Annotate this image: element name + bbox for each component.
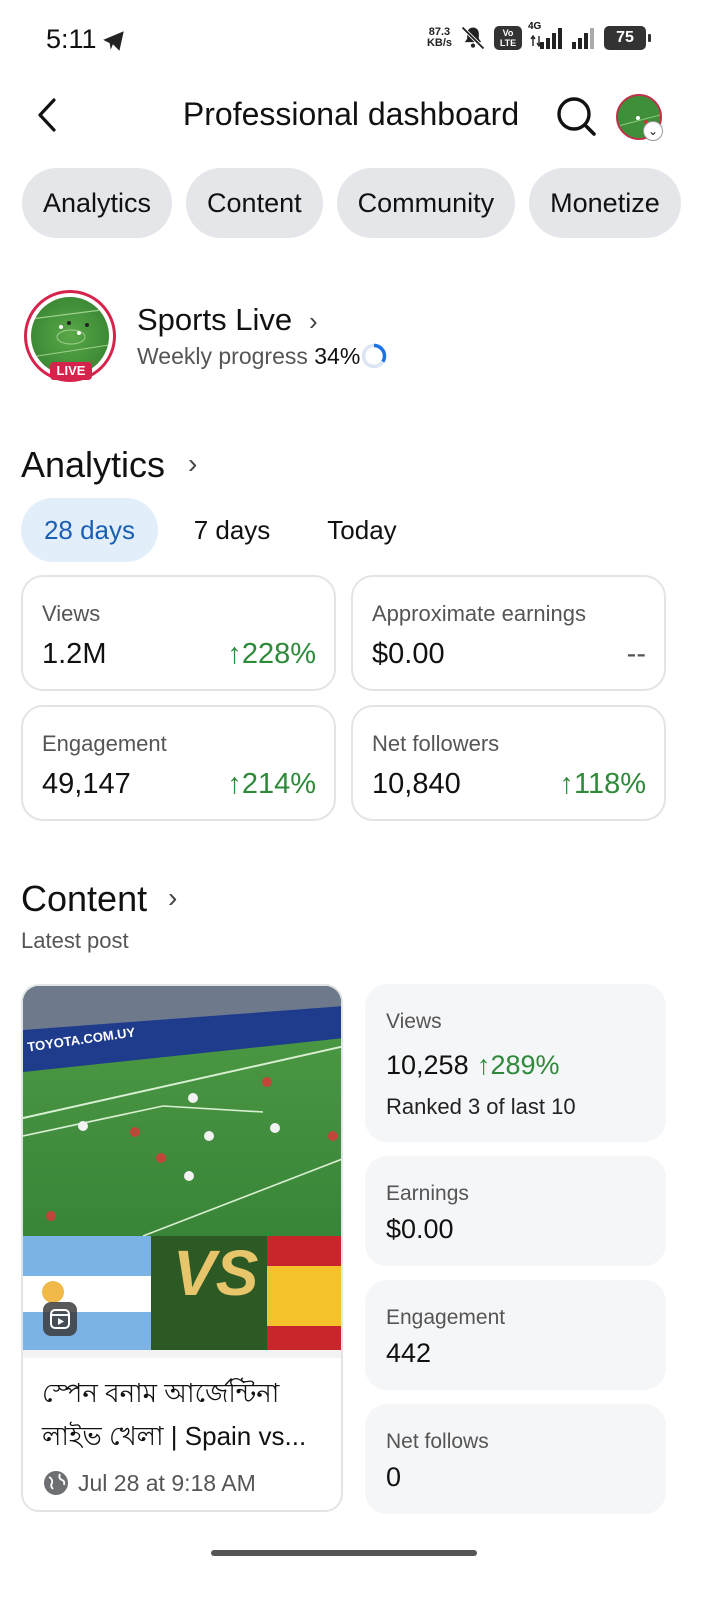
card-label: Approximate earnings xyxy=(372,601,587,626)
arrow-up-icon: ↑ xyxy=(559,768,574,800)
card-label: Engagement xyxy=(42,731,167,756)
post-earnings-box[interactable]: Earnings $0.00 xyxy=(365,1156,666,1266)
analytics-heading[interactable]: Analytics xyxy=(21,444,165,486)
card-delta: ↑228% xyxy=(227,638,316,670)
card-value: 49,147 xyxy=(42,768,131,800)
reels-icon xyxy=(43,1302,77,1336)
views-card[interactable]: Views 1.2M ↑228% xyxy=(21,575,336,691)
post-date: Jul 28 at 9:18 AM xyxy=(78,1470,256,1496)
status-icons: 87.3 KB/s Vo LTE 4G 75 xyxy=(426,21,651,52)
earnings-card[interactable]: Approximate earnings $0.00 -- xyxy=(351,575,666,691)
dashboard-tabs: Analytics Content Community Monetize xyxy=(22,168,681,238)
range-today[interactable]: Today xyxy=(310,498,414,562)
content-heading[interactable]: Content xyxy=(21,878,147,920)
progress-ring-icon xyxy=(361,343,387,369)
chevron-right-icon[interactable]: › xyxy=(309,306,318,337)
card-delta: -- xyxy=(626,638,646,670)
card-value: 1.2M xyxy=(42,638,107,670)
views-rank: Ranked 3 of last 10 xyxy=(386,1094,576,1119)
post-views-box[interactable]: Views 10,258 ↑289% Ranked 3 of last 10 xyxy=(365,984,666,1142)
network-speed: 87.3 KB/s xyxy=(426,26,452,49)
stat-value: 442 xyxy=(386,1338,432,1368)
tab-analytics[interactable]: Analytics xyxy=(22,168,173,238)
post-engagement-box[interactable]: Engagement 442 xyxy=(365,1280,666,1390)
arrow-up-icon: ↑ xyxy=(227,638,242,670)
chevron-right-icon[interactable]: › xyxy=(168,882,177,914)
tab-monetize[interactable]: Monetize xyxy=(529,168,681,238)
stat-delta: ↑289% xyxy=(477,1050,560,1080)
stat-label: Views xyxy=(386,1010,442,1033)
stat-label: Engagement xyxy=(386,1306,506,1329)
range-7-days[interactable]: 7 days xyxy=(176,498,288,562)
card-delta: ↑118% xyxy=(559,768,646,800)
signal-icon xyxy=(572,28,594,49)
home-indicator[interactable] xyxy=(211,1550,477,1556)
post-title[interactable]: স্পেন বনাম আর্জেন্টিনা লাইভ খেলা | Spain… xyxy=(42,1372,322,1458)
post-thumbnail: VS TOYOTA.COM.UY xyxy=(23,986,341,1358)
arrow-up-icon: ↑ xyxy=(477,1050,491,1080)
stat-label: Earnings xyxy=(386,1182,469,1205)
chevron-right-icon[interactable]: › xyxy=(188,448,197,480)
range-28-days[interactable]: 28 days xyxy=(21,498,158,562)
card-delta: ↑214% xyxy=(227,768,316,800)
stat-value: 10,258 xyxy=(386,1050,469,1080)
tab-community[interactable]: Community xyxy=(336,168,516,238)
weekly-progress: Weekly progress 34% xyxy=(137,343,361,369)
battery-indicator: 75 xyxy=(604,26,651,50)
card-value: 10,840 xyxy=(372,768,461,800)
card-value: $0.00 xyxy=(372,638,445,670)
versus-label: VS xyxy=(173,1237,259,1309)
post-follows-box[interactable]: Net follows 0 xyxy=(365,1404,666,1514)
search-icon[interactable] xyxy=(554,94,598,138)
stat-label: Net follows xyxy=(386,1430,489,1453)
arrow-up-icon: ↑ xyxy=(227,768,242,800)
account-switch-chevron-icon[interactable]: ⌄ xyxy=(643,121,663,141)
telegram-icon xyxy=(103,31,124,51)
live-badge: LIVE xyxy=(50,362,92,380)
latest-post-label: Latest post xyxy=(21,928,129,953)
engagement-card[interactable]: Engagement 49,147 ↑214% xyxy=(21,705,336,821)
volte-badge: Vo LTE xyxy=(494,26,522,50)
status-time: 5:11 xyxy=(46,24,97,54)
net-followers-card[interactable]: Net followers 10,840 ↑118% xyxy=(351,705,666,821)
card-label: Net followers xyxy=(372,731,500,756)
bell-muted-icon xyxy=(461,26,485,50)
signal-4g-icon: 4G xyxy=(528,21,564,51)
profile-name[interactable]: Sports Live xyxy=(137,302,292,338)
stat-value: $0.00 xyxy=(386,1214,454,1244)
stat-value: 0 xyxy=(386,1462,402,1492)
globe-icon xyxy=(44,1471,68,1495)
tab-content[interactable]: Content xyxy=(186,168,323,238)
card-label: Views xyxy=(42,601,101,626)
